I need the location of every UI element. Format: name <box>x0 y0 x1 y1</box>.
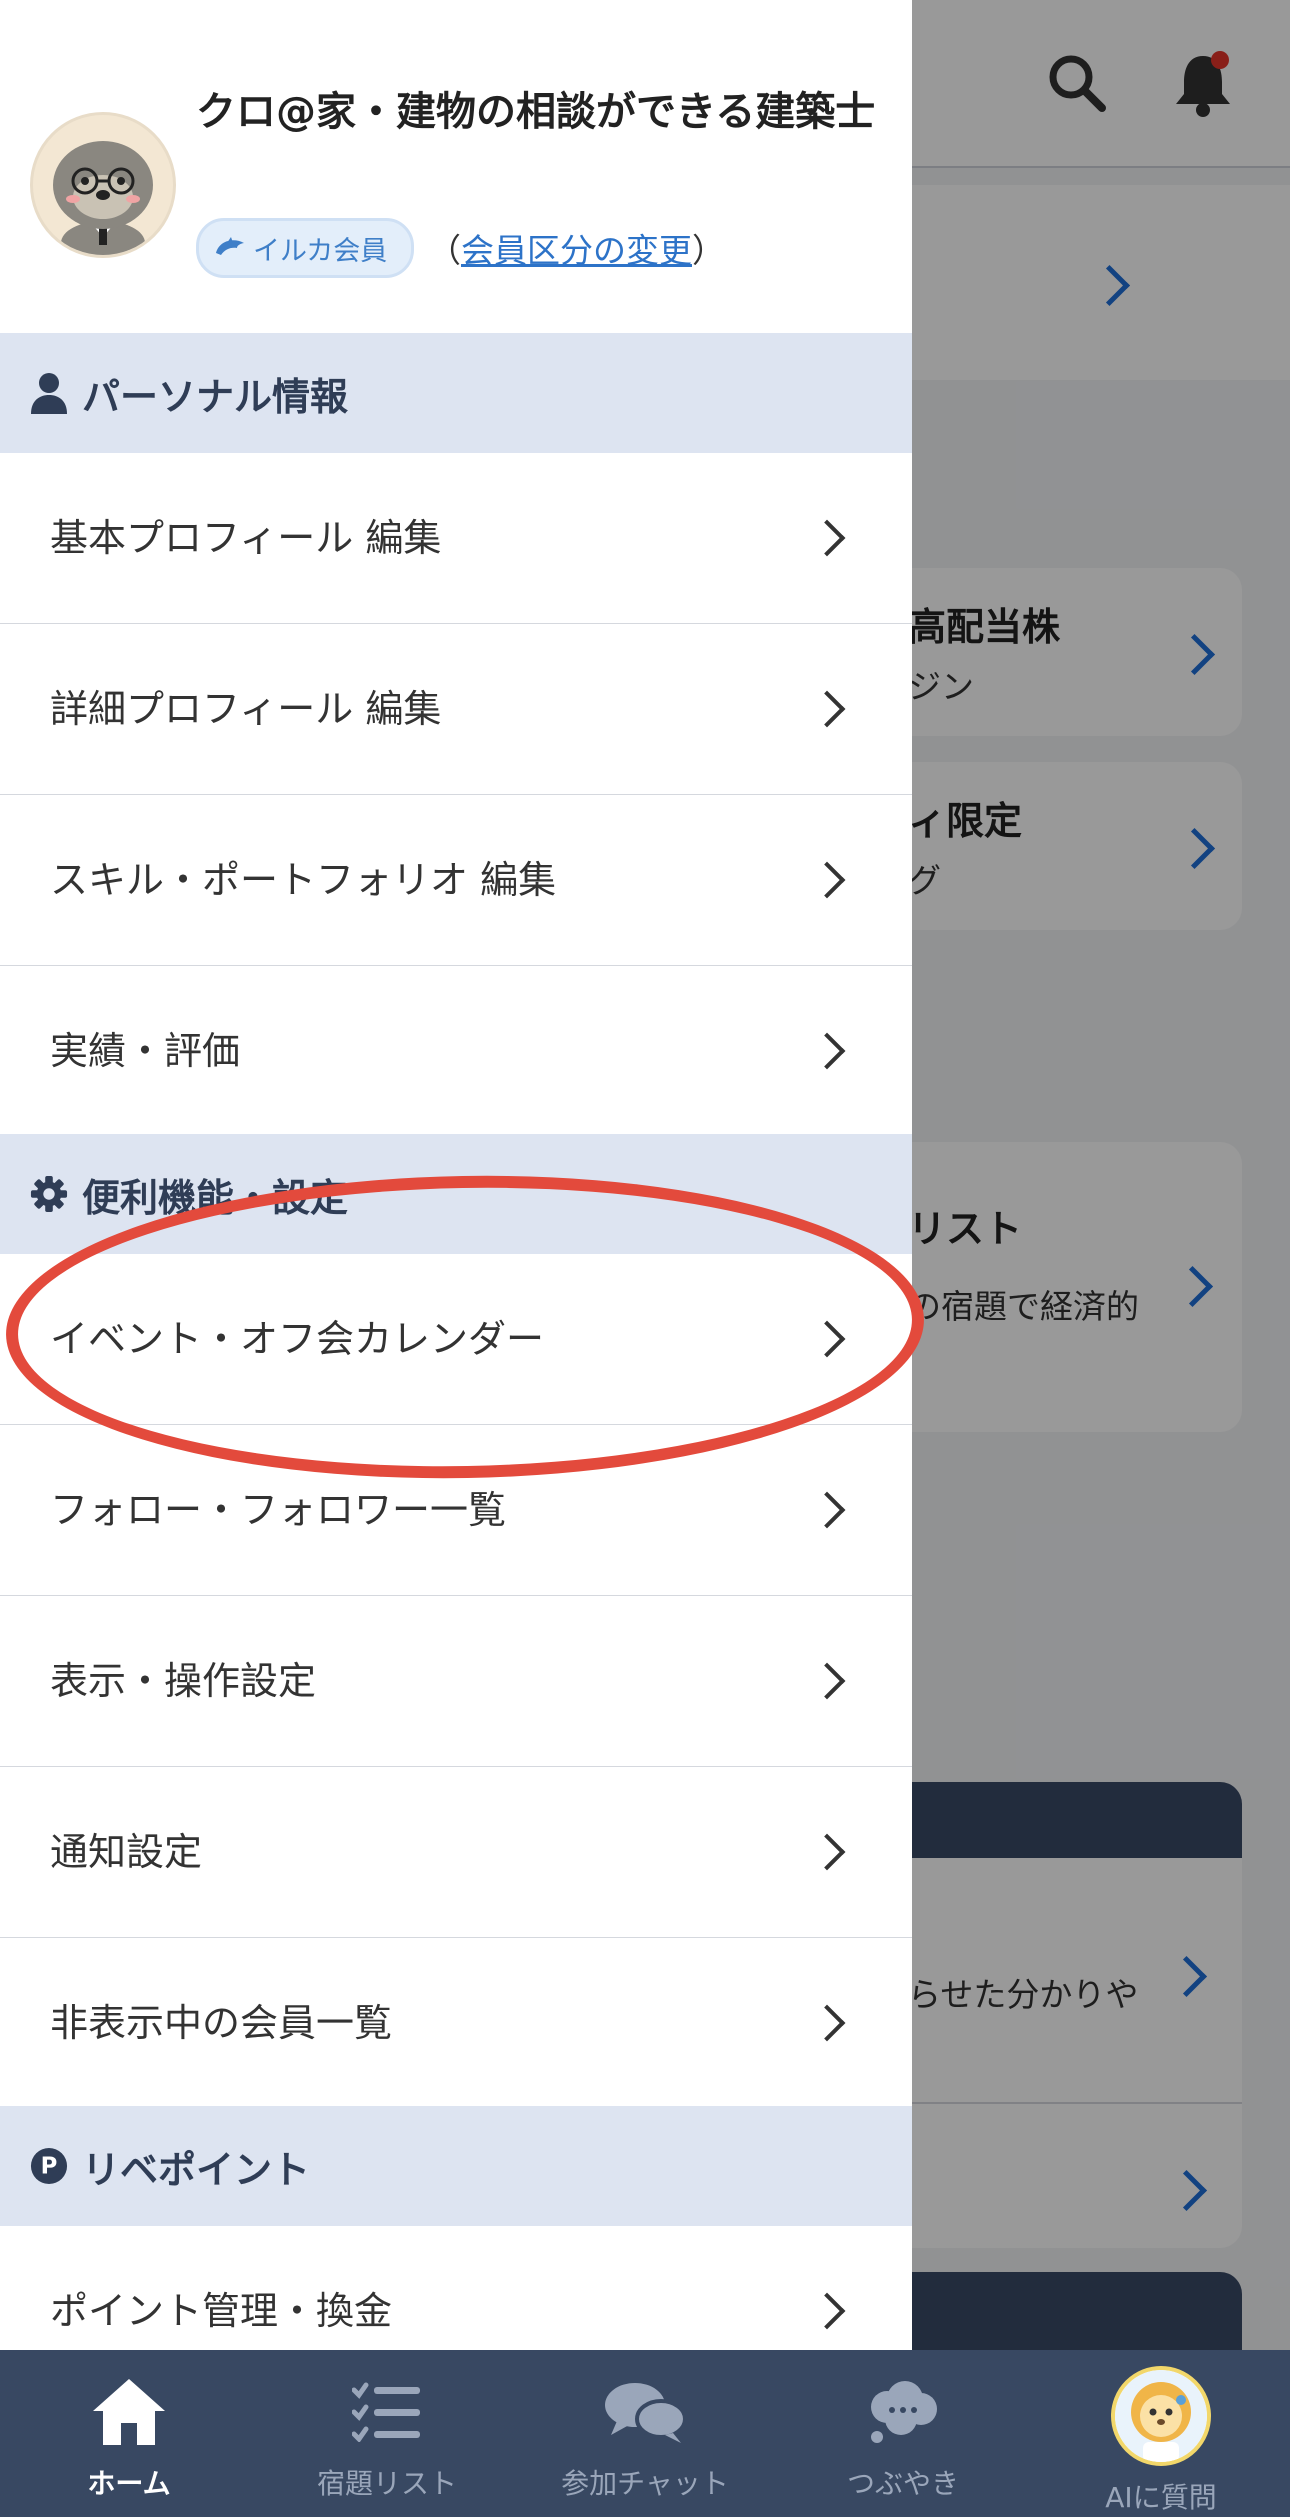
menu-item-notification-settings[interactable]: 通知設定 <box>0 1767 912 1940</box>
menu-item-label: 表示・操作設定 <box>50 1659 317 1703</box>
checklist-icon <box>342 2372 432 2452</box>
menu-item-follow-list[interactable]: フォロー・フォロワー一覧 <box>0 1425 912 1598</box>
menu-item-hidden-members[interactable]: 非表示中の会員一覧 <box>0 1938 912 2108</box>
menu-item-detail-profile[interactable]: 詳細プロフィール 編集 <box>0 624 912 797</box>
menu-item-label: フォロー・フォロワー一覧 <box>50 1488 507 1532</box>
section-label: 便利機能・設定 <box>82 1175 349 1220</box>
chevron-right-icon <box>808 1833 846 1871</box>
menu-item-event-calendar[interactable]: イベント・オフ会カレンダー <box>0 1254 912 1427</box>
menu-item-label: イベント・オフ会カレンダー <box>50 1317 545 1361</box>
avatar[interactable] <box>30 112 176 258</box>
chat-bubbles-icon <box>600 2372 690 2452</box>
profile-name: クロ@家・建物の相談ができる建築士 <box>196 89 876 135</box>
otter-avatar-icon <box>53 141 153 255</box>
tab-label: AIに質問 <box>1105 2481 1217 2514</box>
tab-homework-list[interactable]: 宿題リスト <box>258 2350 516 2517</box>
section-personal-info: パーソナル情報 <box>0 333 912 453</box>
menu-item-label: ポイント管理・換金 <box>50 2289 393 2333</box>
chevron-right-icon <box>808 2004 846 2042</box>
menu-item-achievements[interactable]: 実績・評価 <box>0 966 912 1136</box>
badge-label: イルカ会員 <box>253 235 388 267</box>
chevron-right-icon <box>808 861 846 899</box>
side-drawer: クロ@家・建物の相談ができる建築士 イルカ会員 （会員区分の変更） パーソナル情… <box>0 0 912 2350</box>
cloud-bubble-icon <box>858 2372 948 2452</box>
change-membership-link[interactable]: 会員区分の変更 <box>461 231 692 270</box>
tab-label: ホーム <box>87 2467 171 2500</box>
section-points: P リベポイント <box>0 2106 912 2226</box>
section-label: リベポイント <box>82 2147 311 2192</box>
section-label: パーソナル情報 <box>82 374 349 419</box>
dolphin-icon <box>216 237 244 255</box>
tab-joined-chat[interactable]: 参加チャット <box>516 2350 774 2517</box>
menu-item-label: 非表示中の会員一覧 <box>50 2001 393 2045</box>
menu-item-skills-portfolio[interactable]: スキル・ポートフォリオ 編集 <box>0 795 912 968</box>
chevron-right-icon <box>808 690 846 728</box>
tab-home[interactable]: ホーム <box>0 2350 258 2517</box>
chevron-right-icon <box>808 519 846 557</box>
tab-ask-ai[interactable]: AIに質問 <box>1032 2350 1290 2517</box>
gear-icon <box>30 1173 68 1215</box>
tab-label: つぶやき <box>846 2467 959 2500</box>
chevron-right-icon <box>808 1320 846 1358</box>
chevron-right-icon <box>808 1032 846 1070</box>
tab-tweets[interactable]: つぶやき <box>774 2350 1032 2517</box>
paren-open: （ <box>428 231 461 270</box>
membership-badge: イルカ会員 <box>196 218 415 278</box>
menu-item-label: 通知設定 <box>50 1830 203 1874</box>
person-icon <box>30 372 68 414</box>
svg-text:P: P <box>41 2154 58 2180</box>
menu-item-display-settings[interactable]: 表示・操作設定 <box>0 1596 912 1769</box>
menu-item-label: スキル・ポートフォリオ 編集 <box>50 858 557 902</box>
paren-close: ） <box>692 231 725 270</box>
tab-label: 宿題リスト <box>316 2467 457 2500</box>
menu-item-label: 基本プロフィール 編集 <box>50 516 442 560</box>
menu-item-label: 実績・評価 <box>50 1029 241 1073</box>
chevron-right-icon <box>808 1491 846 1529</box>
profile-header: クロ@家・建物の相談ができる建築士 イルカ会員 （会員区分の変更） <box>0 0 912 333</box>
membership-change: （会員区分の変更） <box>428 224 725 272</box>
ai-avatar-icon <box>1111 2366 1211 2466</box>
menu-item-point-management[interactable]: ポイント管理・換金 <box>0 2226 912 2350</box>
bottom-tab-bar: ホーム 宿題リスト 参加チャット つぶやき AIに質問 <box>0 2350 1290 2517</box>
chevron-right-icon <box>808 1662 846 1700</box>
chevron-right-icon <box>808 2292 846 2330</box>
menu-item-label: 詳細プロフィール 編集 <box>50 687 442 731</box>
home-icon <box>84 2372 174 2452</box>
menu-item-basic-profile[interactable]: 基本プロフィール 編集 <box>0 453 912 626</box>
tab-label: 参加チャット <box>561 2467 729 2500</box>
point-icon: P <box>30 2145 68 2187</box>
section-settings: 便利機能・設定 <box>0 1134 912 1254</box>
